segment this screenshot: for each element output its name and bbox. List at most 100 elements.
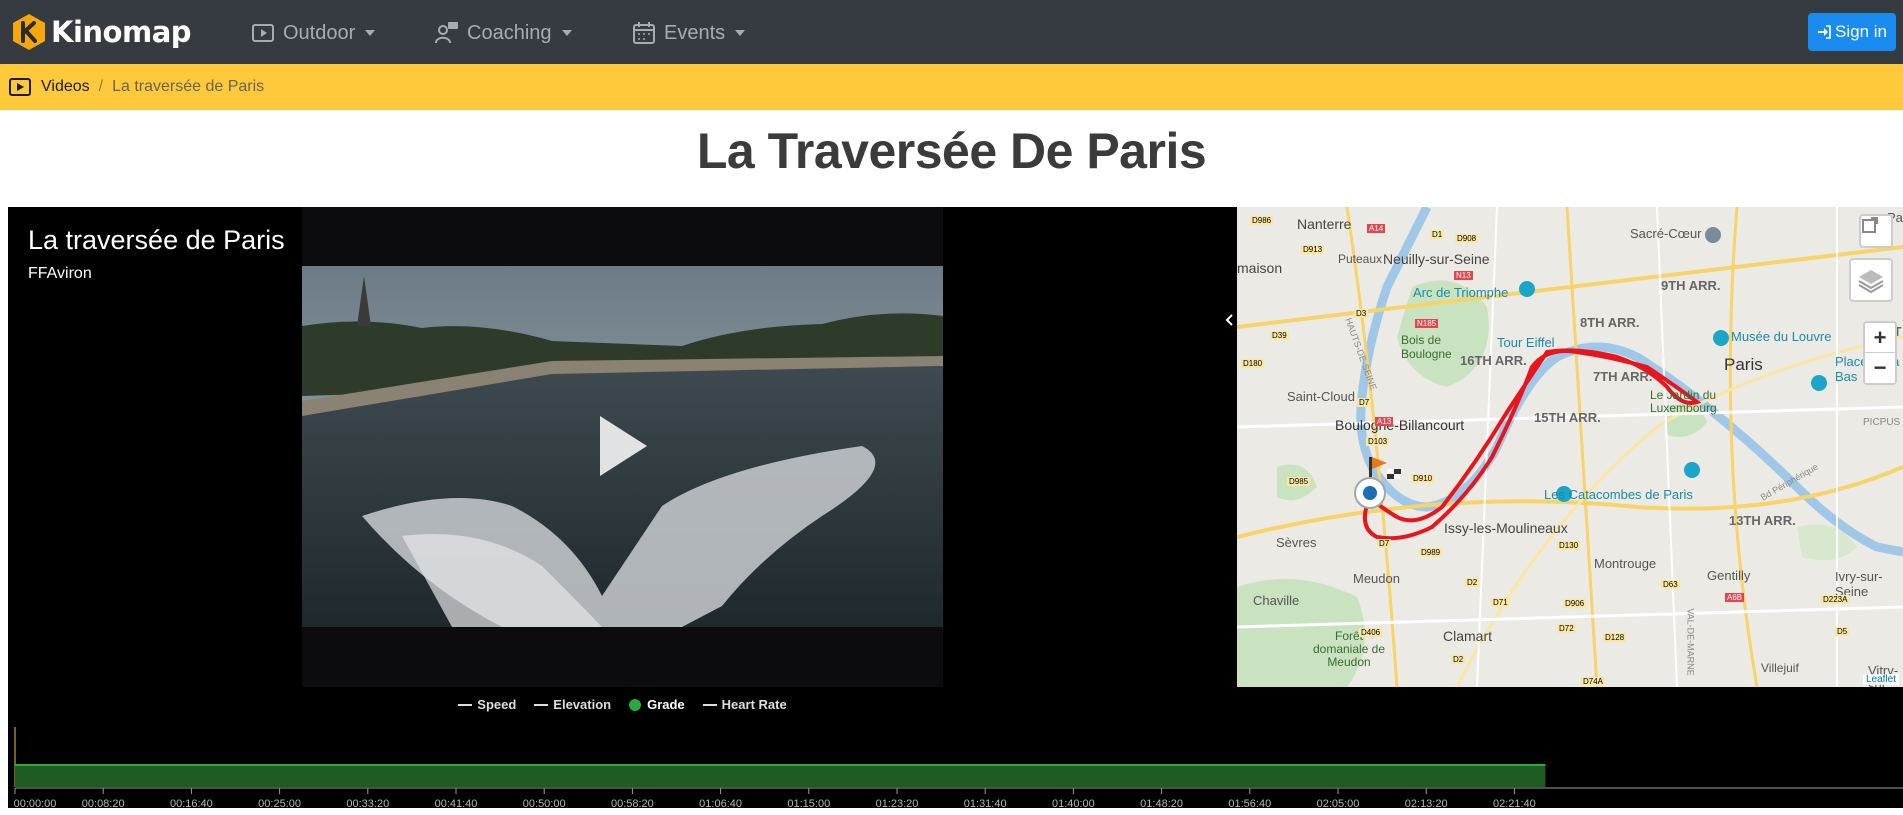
nav-outdoor-label: Outdoor [283,21,356,44]
road-label: N185 [1415,319,1439,328]
sign-in-button[interactable]: Sign in [1808,13,1896,51]
road-label: D71 [1491,598,1510,607]
breadcrumb-bar: Videos / La traversée de Paris [0,64,1903,110]
breadcrumb-current: La traversée de Paris [112,78,265,95]
kinomap-logo-icon [13,14,45,50]
map-label: 7TH ARR. [1593,369,1653,384]
map-label: Puteaux [1338,252,1383,266]
road-label: D72 [1557,624,1576,633]
road-label: A13 [1375,417,1394,426]
x-tick-label: 00:00:00 [13,798,57,810]
road-label: D5 [1835,627,1850,636]
zoom-out-button[interactable]: − [1865,353,1895,383]
x-tick-label: 01:56:40 [1228,798,1272,810]
chevron-down-icon [561,30,572,36]
legend-label: Grade [647,697,685,712]
road-label: D7 [1377,539,1392,548]
x-tick-label: 00:25:00 [258,798,302,810]
route-map[interactable]: Nanterre Sacré-Cœur Pa maison Puteaux Ne… [1237,207,1903,687]
legend-grade[interactable]: Grade [629,697,685,712]
x-tick-label: 00:50:00 [522,798,566,810]
map-label: Paris [1724,355,1763,374]
map-label: Gentilly [1707,568,1751,583]
map-label: 9TH ARR. [1661,278,1721,293]
x-tick-label: 00:08:20 [81,798,125,810]
map-label: Tour Eiffel [1497,335,1555,350]
page-title: La Traversée De Paris [696,123,1207,179]
chart-legend: Speed Elevation Grade Heart Rate [8,697,1237,712]
road-label: D986 [1250,216,1274,225]
map-label: 15TH ARR. [1534,410,1601,425]
x-tick-label: 02:13:20 [1404,798,1448,810]
breadcrumb-videos-link[interactable]: Videos [41,78,90,96]
legend-line-icon [702,703,717,706]
map-label: Les Catacombes de Paris [1544,487,1693,502]
road-label: D103 [1366,437,1390,446]
map-label: Montrouge [1594,556,1657,571]
fullscreen-icon[interactable] [1861,216,1891,246]
road-label: D406 [1359,628,1383,637]
calendar-icon [633,22,655,44]
x-tick-label: 00:16:40 [169,798,213,810]
map-attribution[interactable]: Leaflet [1862,674,1899,685]
layers-control[interactable] [1849,258,1893,302]
map-label: maison [1237,260,1283,276]
map-label: Sèvres [1276,535,1317,550]
map-label: Boulogne-Billancourt [1335,417,1465,433]
legend-line-icon [534,703,549,706]
coach-icon [435,22,458,44]
kinomap-logo[interactable]: Kinomap [10,13,192,51]
x-tick-label: 01:31:40 [963,798,1007,810]
legend-speed[interactable]: Speed [458,697,516,712]
map-tiles [1237,207,1903,687]
map-label: 16TH ARR. [1460,353,1527,368]
road-label: D74A [1581,677,1606,686]
video-frame[interactable] [302,207,943,687]
road-label: D3 [1354,309,1369,318]
road-label: D2 [1451,655,1466,664]
nav-outdoor[interactable]: Outdoor [251,20,376,46]
fullscreen-control[interactable] [1859,214,1893,248]
map-label: Nanterre [1297,216,1352,232]
map-label: Neuilly-sur-Seine [1383,251,1490,267]
x-tick-label: 00:58:20 [610,798,654,810]
road-label: A6B [1725,593,1745,602]
play-icon [252,24,274,42]
legend-label: Heart Rate [721,697,787,712]
x-tick-label: 01:15:00 [787,798,831,810]
map-label: Meudon [1353,571,1400,586]
road-label: D223A [1821,595,1850,604]
legend-dot-icon [629,698,642,711]
map-label: Chaville [1253,593,1300,608]
x-tick-label: 01:23:20 [875,798,919,810]
brand-name: Kinomap [51,15,192,49]
zoom-control: + − [1863,321,1897,385]
video-author[interactable]: FFAviron [28,265,92,283]
chevron-down-icon [365,30,376,36]
nav-events[interactable]: Events [632,20,746,46]
sign-in-icon [1818,25,1831,39]
map-label: VAL-DE-MARNE [1685,608,1696,676]
road-label: D2 [1465,578,1480,587]
video-thumbnail [302,266,943,627]
map-label: Clamart [1443,628,1493,644]
map-label: Saint-Cloud [1287,389,1355,404]
road-label: D7 [1357,398,1372,407]
nav-coaching[interactable]: Coaching [435,20,572,46]
road-label: D128 [1603,633,1627,642]
road-label: D63 [1661,580,1680,589]
zoom-in-button[interactable]: + [1865,323,1895,353]
sign-in-label: Sign in [1835,22,1887,41]
road-label: D989 [1419,548,1443,557]
x-tick-label: 02:05:00 [1316,798,1360,810]
layers-icon[interactable] [1851,260,1891,300]
road-label: D910 [1411,474,1435,483]
timeline-chart[interactable]: 00:00:00 00:08:20 00:16:40 00:25:00 00:33:20… [8,717,1903,810]
x-tick-label: 00:33:20 [346,798,390,810]
legend-elevation[interactable]: Elevation [534,697,611,712]
top-navbar: Kinomap Outdoor Coaching Events Sign in [0,0,1903,64]
map-label: Sacré-Cœur [1630,226,1702,241]
legend-heart-rate[interactable]: Heart Rate [702,697,787,712]
road-label: A14 [1367,224,1386,233]
map-label: Villejuif [1761,661,1799,675]
